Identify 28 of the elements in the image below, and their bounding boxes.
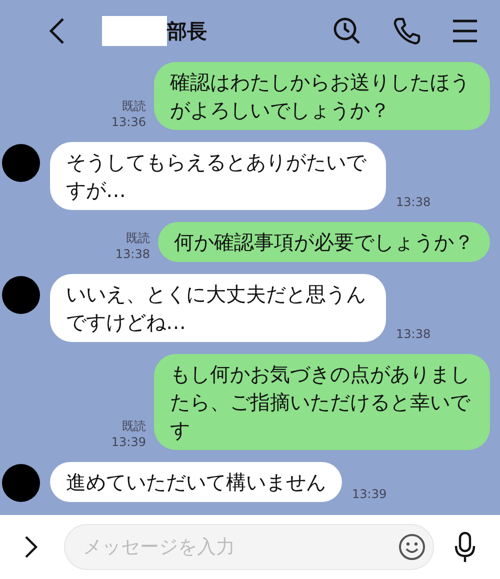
search-icon[interactable] bbox=[332, 16, 362, 46]
read-receipt: 既読 bbox=[126, 230, 150, 246]
sent-message-bubble: 確認はわたしからお送りしたほうがよろしいでしょうか？ bbox=[154, 62, 490, 130]
avatar[interactable] bbox=[2, 464, 40, 502]
read-receipt: 既読 bbox=[122, 418, 146, 434]
received-message-bubble: そうしてもらえるとありがたいですが… bbox=[50, 142, 386, 210]
message-time: 13:38 bbox=[396, 326, 431, 342]
sent-message-bubble: 何か確認事項が必要でしょうか？ bbox=[158, 222, 490, 262]
received-message-bubble: いいえ、とくに大丈夫だと思うんですけどね… bbox=[50, 274, 386, 342]
sent-message-bubble: もし何かお気づきの点がありましたら、ご指摘いただけると幸いです bbox=[154, 354, 490, 450]
chat-title: 部長 bbox=[167, 18, 207, 44]
microphone-icon[interactable] bbox=[454, 531, 476, 563]
message-time: 13:39 bbox=[111, 434, 146, 450]
message-time: 13:38 bbox=[115, 246, 150, 262]
menu-icon[interactable] bbox=[452, 18, 478, 44]
message-time: 13:39 bbox=[352, 486, 387, 502]
message-input-field[interactable]: メッセージを入力 bbox=[64, 524, 434, 570]
expand-icon[interactable] bbox=[24, 535, 38, 559]
emoji-icon[interactable] bbox=[398, 533, 426, 561]
avatar[interactable] bbox=[2, 276, 40, 314]
message-time: 13:36 bbox=[111, 114, 146, 130]
redaction-block bbox=[102, 16, 167, 46]
avatar[interactable] bbox=[2, 144, 40, 182]
phone-icon[interactable] bbox=[392, 16, 422, 46]
back-icon[interactable] bbox=[48, 17, 66, 45]
message-time: 13:38 bbox=[396, 194, 431, 210]
received-message-bubble: 進めていただいて構いません bbox=[50, 462, 342, 502]
read-receipt: 既読 bbox=[122, 98, 146, 114]
